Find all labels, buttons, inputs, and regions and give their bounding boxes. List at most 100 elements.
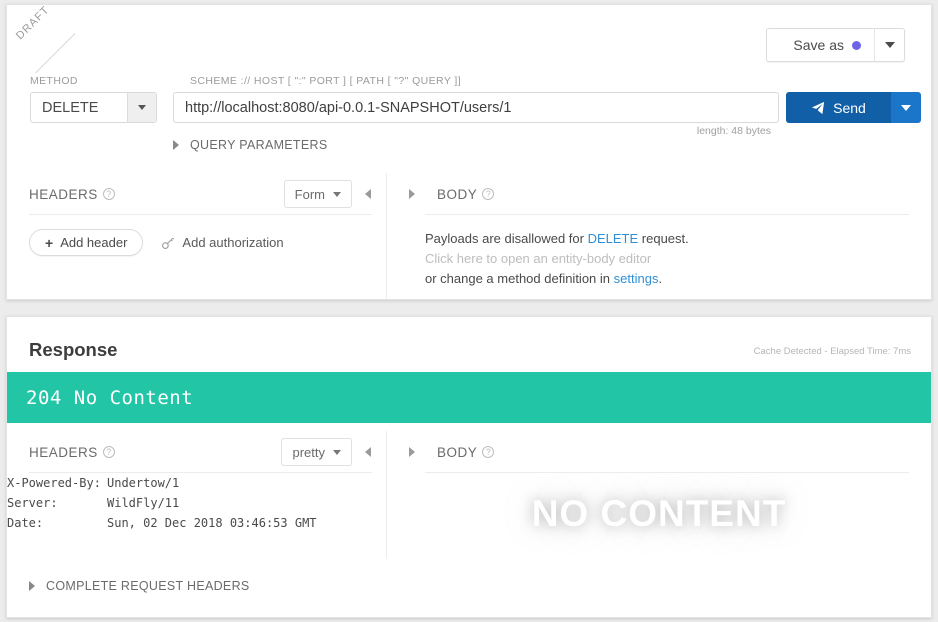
response-headers-header: HEADERS ? pretty [7,431,386,473]
save-as-label: Save as [793,37,844,53]
request-headers-pane: HEADERS ? Form + Add header Add authoriz… [7,173,386,299]
response-title: Response [29,339,118,360]
api-client-window: DRAFT Save as METHOD DELETE SCHEME :// H… [0,0,938,622]
chevron-down-icon [884,42,895,48]
header-key: Date: [7,516,44,530]
response-meta: Cache Detected - Elapsed Time: 7ms [753,346,911,357]
chevron-right-icon [409,189,415,199]
request-headers-actions: + Add header Add authorization [7,215,386,256]
help-icon[interactable]: ? [482,446,495,458]
method-select[interactable]: DELETE [30,92,157,123]
divider [29,214,372,215]
chevron-left-icon [365,447,371,457]
request-body-title: BODY [437,186,478,202]
expand-right-button[interactable] [400,438,424,466]
request-body-pane: BODY ? Payloads are disallowed for DELET… [386,173,931,299]
response-headers-body: X-Powered-By: Undertow/1 Server: WildFly… [7,473,317,533]
method-definition-suffix: . [658,271,663,286]
complete-request-headers-toggle[interactable]: COMPLETE REQUEST HEADERS [29,579,250,593]
add-header-label: Add header [60,235,128,250]
header-value: WildFly/11 [107,496,180,510]
response-headers-table: X-Powered-By: Undertow/1 Server: WildFly… [7,473,317,533]
request-headers-format-select[interactable]: Form [283,180,352,208]
url-length-note: length: 48 bytes [696,125,771,137]
draft-ribbon-label: DRAFT [13,5,53,43]
chevron-right-icon [409,447,415,457]
method-definition-line: or change a method definition in setting… [425,269,931,289]
header-value: Sun, 02 Dec 2018 03:46:53 GMT [107,516,317,530]
collapse-left-button[interactable] [356,438,380,466]
chevron-down-icon [333,191,341,197]
header-key: X-Powered-By: [7,476,101,490]
payload-disallowed-line: Payloads are disallowed for DELETE reque… [425,229,931,249]
complete-request-headers-label: COMPLETE REQUEST HEADERS [46,579,250,593]
query-parameters-toggle[interactable]: QUERY PARAMETERS [173,138,327,152]
response-body-pane: BODY ? NO CONTENT [386,431,931,559]
url-input[interactable] [173,92,779,123]
url-label: SCHEME :// HOST [ ":" PORT ] [ PATH [ "?… [190,75,462,87]
response-panel: Response Cache Detected - Elapsed Time: … [6,316,932,618]
help-icon[interactable]: ? [102,188,115,200]
collapse-left-button[interactable] [356,180,380,208]
method-definition-prefix: or change a method definition in [425,271,614,286]
header-key: Server: [7,496,58,510]
table-row: X-Powered-By: Undertow/1 [7,473,317,493]
response-body-title: BODY [437,444,478,460]
request-panel: DRAFT Save as METHOD DELETE SCHEME :// H… [6,4,932,300]
send-label: Send [833,99,866,116]
response-headers-pane: HEADERS ? pretty X-Powered-By: Undertow/… [7,431,386,559]
method-dropdown-button[interactable] [127,93,156,122]
delete-method-link[interactable]: DELETE [588,231,639,246]
request-body-header: BODY ? [387,173,931,215]
key-icon [162,237,175,249]
response-headers-title: HEADERS [29,444,98,460]
send-dropdown-button[interactable] [891,92,921,123]
save-as-dropdown-button[interactable] [874,29,904,61]
payload-disallowed-suffix: request. [638,231,689,246]
request-headers-title: HEADERS [29,186,98,202]
divider [29,472,372,473]
chevron-down-icon [901,104,911,111]
request-body-note: Payloads are disallowed for DELETE reque… [387,215,931,289]
request-headers-format-value: Form [294,186,325,202]
payload-disallowed-prefix: Payloads are disallowed for [425,231,588,246]
divider [425,214,909,215]
table-row: Server: WildFly/11 [7,493,317,513]
response-status-bar: 204 No Content [7,372,931,423]
request-headers-header: HEADERS ? Form [7,173,386,215]
response-headers-format-select[interactable]: pretty [281,438,352,466]
send-split-button[interactable]: Send [786,92,921,123]
settings-link[interactable]: settings [614,271,659,286]
help-icon[interactable]: ? [102,446,115,458]
unsaved-dot-icon [852,40,861,50]
plus-icon: + [45,234,54,251]
ribbon-fold [7,5,75,73]
chevron-left-icon [365,189,371,199]
header-value: Undertow/1 [107,476,180,490]
response-status-text: 204 No Content [26,386,194,409]
method-value: DELETE [42,99,99,116]
chevron-down-icon [333,449,341,455]
ribbon-fold-line [9,19,75,73]
draft-ribbon: DRAFT [7,5,75,73]
paper-plane-icon [812,101,825,114]
expand-right-button[interactable] [400,180,424,208]
chevron-right-icon [173,140,179,150]
save-as-split-button[interactable]: Save as [766,28,905,62]
send-button[interactable]: Send [786,92,891,123]
response-headers-format-value: pretty [292,444,325,460]
help-icon[interactable]: ? [482,188,495,200]
open-entity-body-editor-link[interactable]: Click here to open an entity-body editor [425,249,931,269]
add-authorization-label: Add authorization [182,235,284,250]
response-body-header: BODY ? [387,431,931,473]
query-parameters-label: QUERY PARAMETERS [190,138,328,152]
add-authorization-button[interactable]: Add authorization [161,235,284,250]
add-header-button[interactable]: + Add header [29,229,144,256]
response-split-panes: HEADERS ? pretty X-Powered-By: Undertow/… [7,431,931,559]
chevron-right-icon [29,581,35,591]
divider [425,472,909,473]
no-content-watermark: NO CONTENT [531,493,787,534]
method-label: METHOD [30,75,78,87]
save-as-button[interactable]: Save as [767,29,874,61]
chevron-down-icon [138,105,146,110]
